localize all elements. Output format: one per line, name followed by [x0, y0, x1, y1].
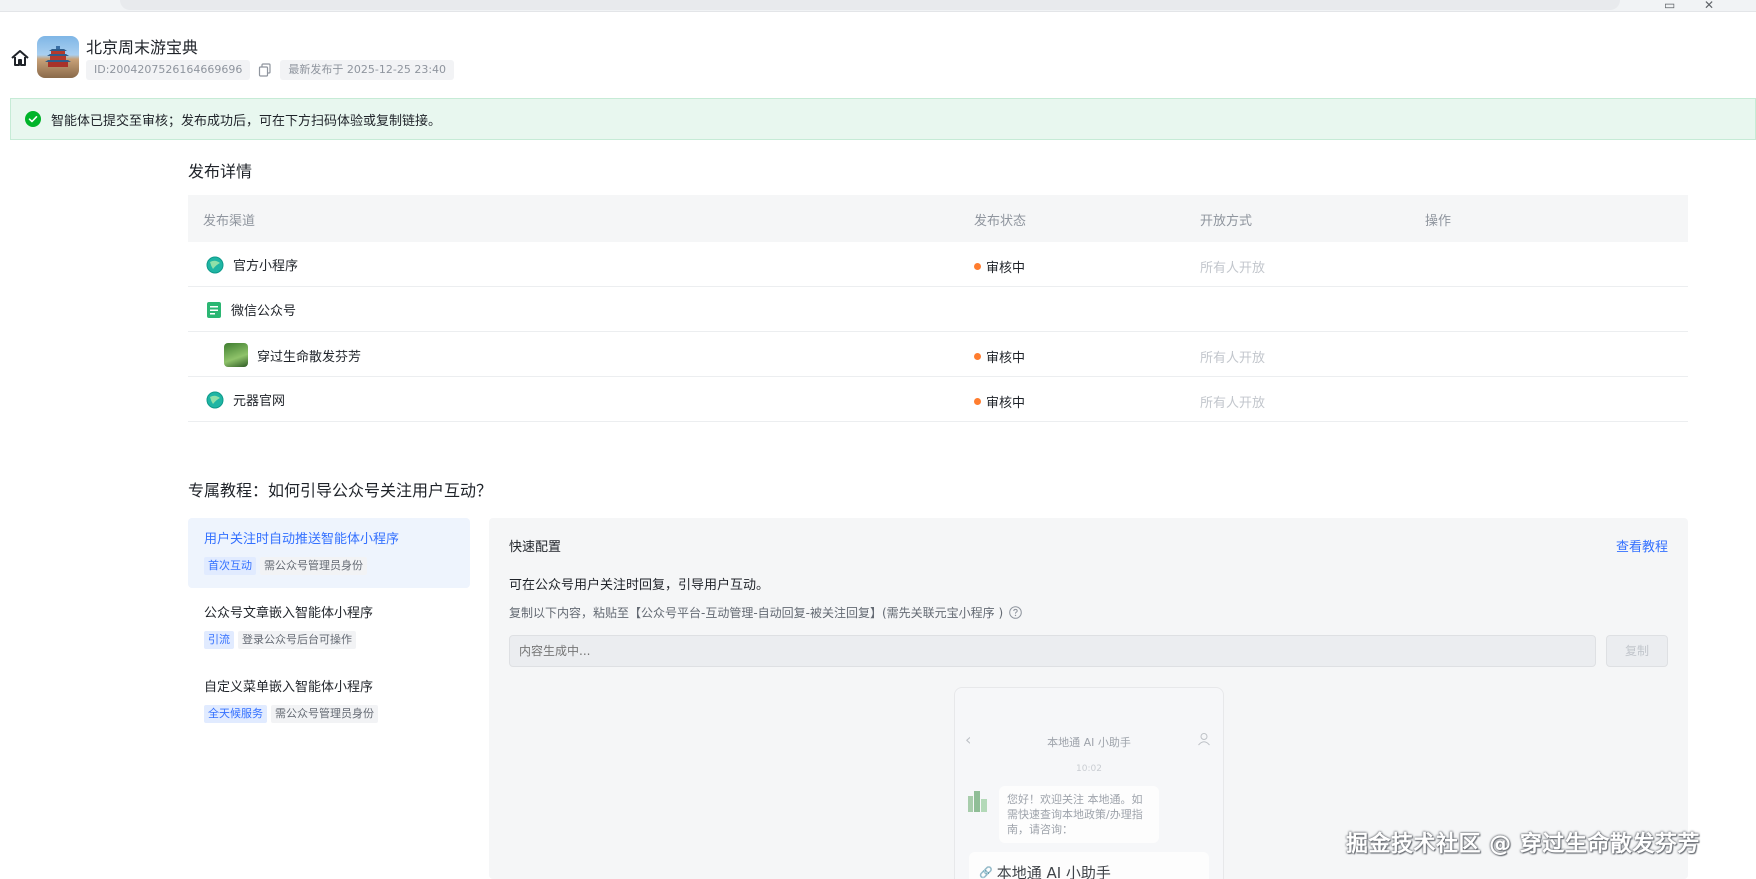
tutorial-tag: 全天候服务	[204, 705, 267, 723]
tutorial-tag: 首次互动	[204, 557, 256, 575]
quick-config-panel: 快速配置 查看教程 可在公众号用户关注时回复，引导用户互动。 复制以下内容，粘贴…	[489, 518, 1688, 879]
copy-icon[interactable]	[258, 63, 272, 77]
tutorial-item-title: 用户关注时自动推送智能体小程序	[204, 532, 400, 547]
table-row: 微信公众号	[188, 287, 1688, 332]
table-row: 穿过生命散发芬芳 审核中 所有人开放	[188, 332, 1688, 377]
channel-name: 穿过生命散发芬芳	[257, 349, 362, 365]
table-header: 发布渠道 发布状态 开放方式 操作	[188, 195, 1688, 242]
channel-name: 微信公众号	[231, 304, 297, 319]
copy-button[interactable]: 复制	[1606, 635, 1668, 667]
col-access: 开放方式	[1200, 214, 1253, 229]
minimize-icon[interactable]: ▭	[1664, 0, 1675, 12]
publish-section-title: 发布详情	[188, 162, 253, 181]
help-icon[interactable]	[1009, 606, 1022, 619]
status-text: 审核中	[986, 396, 1026, 411]
tutorial-tag: 引流	[204, 631, 234, 649]
address-bar[interactable]	[120, 0, 1620, 10]
col-actions: 操作	[1425, 214, 1452, 229]
home-icon[interactable]	[10, 48, 30, 68]
status-text: 审核中	[986, 351, 1026, 366]
generated-content-input[interactable]	[509, 635, 1596, 667]
tutorial-item-title: 公众号文章嵌入智能体小程序	[204, 606, 374, 621]
view-tutorial-link[interactable]: 查看教程	[1616, 536, 1668, 555]
tutorial-tags: 首次互动 需公众号管理员身份	[204, 557, 454, 575]
tutorial-item-article-embed[interactable]: 公众号文章嵌入智能体小程序 引流 登录公众号后台可操作	[188, 592, 470, 662]
table-row: 官方小程序 审核中 所有人开放	[188, 242, 1688, 287]
channel-cell: 穿过生命散发芬芳	[224, 343, 361, 367]
publish-table: 发布渠道 发布状态 开放方式 操作 官方小程序 审核中 所有人开放 微信公众号	[188, 195, 1688, 422]
phone-preview-title: 本地通 AI 小助手	[1047, 736, 1131, 749]
agent-id: ID:2004207526164669696	[86, 60, 251, 80]
tutorial-section-title: 专属教程：如何引导公众号关注用户互动？	[188, 481, 493, 500]
close-window-icon[interactable]: ✕	[1704, 0, 1714, 12]
status-cell: 审核中	[974, 392, 1025, 411]
phone-preview-time: 10:02	[1076, 764, 1102, 774]
tutorial-note: 登录公众号后台可操作	[238, 631, 356, 649]
status-cell: 审核中	[974, 347, 1025, 366]
access-cell: 所有人开放	[1200, 351, 1266, 366]
publish-time: 最新发布于 2025-12-25 23:40	[280, 60, 455, 80]
check-circle-icon	[25, 111, 41, 127]
channel-cell: 元器官网	[206, 390, 285, 409]
col-channel: 发布渠道	[203, 214, 256, 229]
globe-icon	[206, 391, 224, 408]
tutorial-note: 需公众号管理员身份	[271, 705, 378, 723]
tutorial-note: 需公众号管理员身份	[260, 557, 367, 575]
tutorial-list: 用户关注时自动推送智能体小程序 首次互动 需公众号管理员身份 公众号文章嵌入智能…	[188, 518, 470, 740]
phone-preview-card: 🔗 本地通 AI 小助手	[969, 852, 1209, 879]
table-row: 元器官网 审核中 所有人开放	[188, 377, 1688, 422]
access-cell: 所有人开放	[1200, 261, 1266, 276]
channel-name: 官方小程序	[233, 259, 299, 274]
banner-text: 智能体已提交至审核；发布成功后，可在下方扫码体验或复制链接。	[51, 113, 442, 129]
tutorial-item-follow-push[interactable]: 用户关注时自动推送智能体小程序 首次互动 需公众号管理员身份	[188, 518, 470, 588]
bot-avatar-icon	[968, 791, 987, 812]
status-dot	[974, 353, 981, 360]
tutorial-item-menu-embed[interactable]: 自定义菜单嵌入智能体小程序 全天候服务 需公众号管理员身份	[188, 666, 470, 736]
quick-config-description: 可在公众号用户关注时回复，引导用户互动。	[509, 578, 770, 593]
agent-avatar	[37, 36, 79, 78]
temple-icon	[45, 46, 71, 67]
link-icon: 🔗	[979, 865, 993, 879]
access-cell: 所有人开放	[1200, 396, 1266, 411]
quick-config-instruction: 复制以下内容，粘贴至【公众号平台-互动管理-自动回复-被关注回复】(需先关联元宝…	[509, 604, 1022, 621]
account-photo-icon	[224, 343, 248, 367]
phone-preview-message: 您好！欢迎关注 本地通。如需快速查询本地政策/办理指南，请咨询：	[999, 786, 1159, 843]
card-title: 本地通 AI 小助手	[996, 863, 1111, 879]
col-status: 发布状态	[974, 214, 1027, 229]
tutorial-tags: 引流 登录公众号后台可操作	[204, 631, 454, 649]
browser-toolbar: ▭ ✕	[0, 0, 1756, 12]
status-text: 审核中	[986, 261, 1026, 276]
agent-header: 北京周末游宝典 ID:2004207526164669696 最新发布于 202…	[0, 24, 1756, 84]
watermark: 掘金技术社区 @ 穿过生命散发芬芳	[1346, 832, 1700, 857]
agent-meta: ID:2004207526164669696 最新发布于 2025-12-25 …	[86, 60, 455, 80]
status-cell: 审核中	[974, 257, 1025, 276]
document-icon	[207, 301, 221, 318]
channel-name: 元器官网	[233, 394, 286, 409]
quick-config-title: 快速配置	[509, 540, 562, 555]
tutorial-tags: 全天候服务 需公众号管理员身份	[204, 705, 454, 723]
status-dot	[974, 263, 981, 270]
tutorial-item-title: 自定义菜单嵌入智能体小程序	[204, 680, 374, 695]
channel-cell: 官方小程序	[206, 255, 298, 274]
instruction-text: 复制以下内容，粘贴至【公众号平台-互动管理-自动回复-被关注回复】(需先关联元宝…	[509, 606, 1004, 620]
phone-preview: ‹ 本地通 AI 小助手 10:02 您好！欢迎关注 本地通。如需快速查询本地政…	[954, 687, 1224, 879]
success-banner: 智能体已提交至审核；发布成功后，可在下方扫码体验或复制链接。	[10, 98, 1756, 140]
channel-cell: 微信公众号	[206, 300, 296, 319]
user-icon	[1198, 733, 1210, 746]
status-dot	[974, 398, 981, 405]
globe-icon	[206, 256, 224, 273]
agent-title: 北京周末游宝典	[86, 38, 199, 57]
